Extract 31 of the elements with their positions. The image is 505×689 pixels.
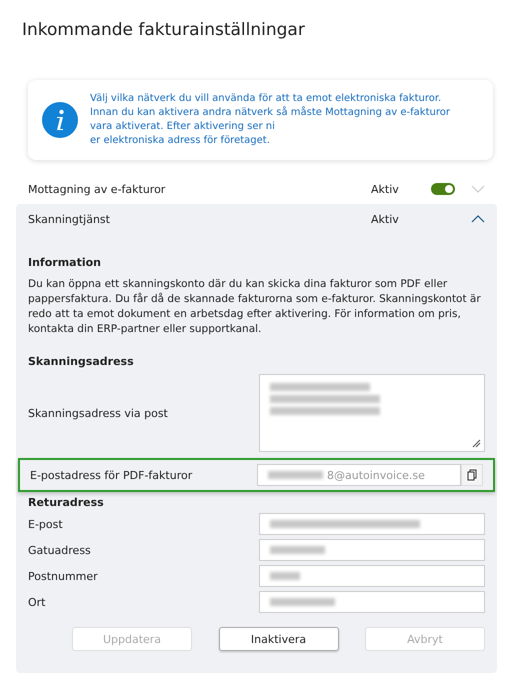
info-text: Välj vilka nätverk du vill använda för att ta emot elektroniska fakturor. Innan du kan aktivera andra nätverk så måste Mottagning av e-fakturor vara aktiverat. Efter aktivering ser ni er elektroniska adress för företaget. xyxy=(90,92,450,148)
input-field[interactable] xyxy=(259,591,485,613)
field-label: Skanningsadress via post xyxy=(28,406,168,420)
info-icon xyxy=(42,102,78,138)
section-heading: Skanningsadress xyxy=(28,355,135,368)
input-field[interactable]: 8@autoinvoice.se xyxy=(257,464,461,486)
field-label: E-post xyxy=(28,518,63,530)
chevron-up-icon[interactable] xyxy=(471,215,485,223)
section-heading: Information xyxy=(28,256,102,269)
input-field[interactable] xyxy=(259,565,485,587)
field-value: 8@autoinvoice.se xyxy=(327,468,425,482)
field-label: Gatuadress xyxy=(28,544,91,556)
copy-button[interactable] xyxy=(461,464,483,486)
field-label: Postnummer xyxy=(28,570,98,582)
service-status: Aktiv xyxy=(371,212,400,226)
resize-handle-icon[interactable] xyxy=(472,439,481,448)
section-heading: Returadress xyxy=(28,496,105,509)
page-title: Inkommande fakturainställningar xyxy=(21,19,306,42)
field-label: E-postadress för PDF-fakturor xyxy=(30,468,192,482)
input-field[interactable] xyxy=(259,539,485,561)
toggle-switch[interactable] xyxy=(431,183,455,195)
copy-icon xyxy=(467,469,477,481)
chevron-down-icon[interactable] xyxy=(471,185,485,193)
info-paragraph: Du kan öppna ett skanningskonto där du kan skicka dina fakturor som PDF eller pappersfaktura. Du får då de skannade fakturorna som e-fakturor. Skanningskontot är redo att ta emot dokument en arbetsdag efter aktivering. För information om pris, kontakta din ERP-partner eller supportkanal. xyxy=(28,277,482,337)
action-button[interactable]: Inaktivera xyxy=(218,627,338,651)
service-status: Aktiv xyxy=(371,182,400,196)
service-name: Skanningtjänst xyxy=(28,212,111,226)
service-header[interactable]: Skanningtjänst Aktiv xyxy=(16,204,497,234)
field-label: Ort xyxy=(28,596,46,608)
service-name: Mottagning av e-fakturor xyxy=(28,182,166,196)
input-field[interactable] xyxy=(259,513,485,535)
